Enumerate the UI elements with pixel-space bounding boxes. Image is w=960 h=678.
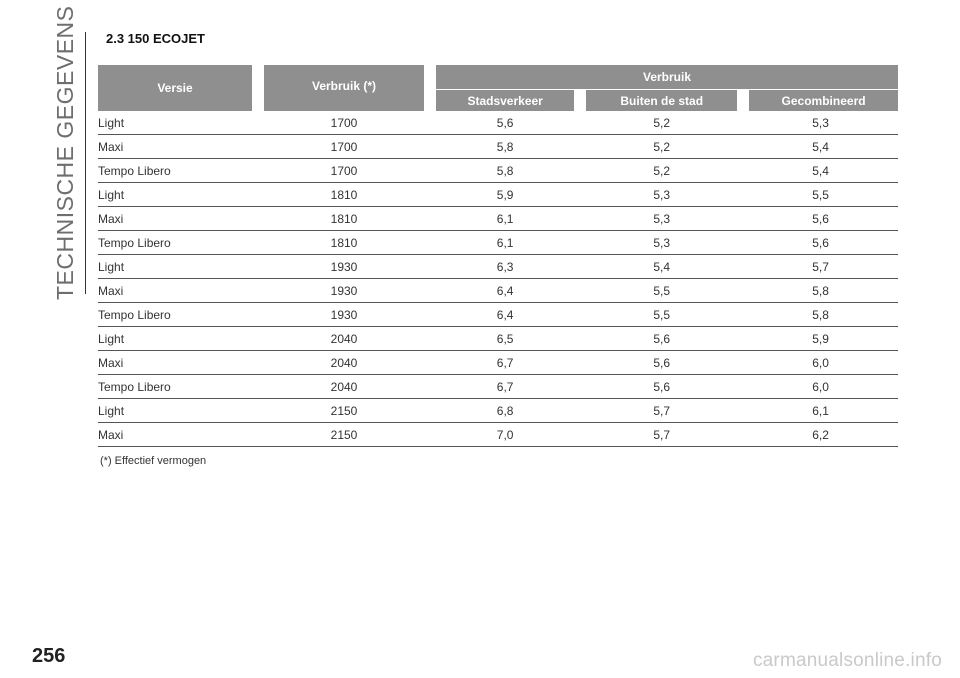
header-versie: Versie (98, 65, 264, 111)
cell-gecombineerd: 5,9 (743, 326, 898, 351)
cell-stadsverkeer: 5,8 (430, 134, 581, 159)
header-gecombineerd: Gecombineerd (743, 89, 898, 111)
header-verbruik-unit: Verbruik (*) (258, 65, 436, 111)
table-row: Light 2040 6,5 5,6 5,9 (98, 326, 898, 351)
header-stadsverkeer: Stadsverkeer (430, 89, 587, 111)
header-verbruik-unit-label: Verbruik (*) (311, 79, 377, 93)
cell-stadsverkeer: 7,0 (430, 422, 581, 447)
cell-stadsverkeer: 5,8 (430, 158, 581, 183)
cell-gewicht: 1810 (258, 230, 430, 255)
cell-stadsverkeer: 6,8 (430, 398, 581, 423)
watermark: carmanualsonline.info (752, 650, 942, 671)
cell-buiten-de-stad: 5,4 (580, 254, 744, 279)
table-row: Light 1700 5,6 5,2 5,3 (98, 111, 898, 135)
cell-stadsverkeer: 6,3 (430, 254, 581, 279)
cell-gecombineerd: 6,0 (743, 374, 898, 399)
cell-versie: Light (98, 254, 258, 279)
cell-versie: Maxi (98, 206, 258, 231)
cell-versie: Tempo Libero (98, 374, 258, 399)
cell-gecombineerd: 5,4 (743, 158, 898, 183)
header-verbruik-group: Verbruik (430, 65, 898, 90)
cell-gewicht: 1930 (258, 302, 430, 327)
cell-buiten-de-stad: 5,7 (580, 422, 744, 447)
table-row: Tempo Libero 1810 6,1 5,3 5,6 (98, 230, 898, 255)
engine-section-title: 2.3 150 ECOJET (106, 31, 205, 46)
cell-buiten-de-stad: 5,7 (580, 398, 744, 423)
table-row: Tempo Libero 1700 5,8 5,2 5,4 (98, 158, 898, 183)
table-row: Maxi 1700 5,8 5,2 5,4 (98, 134, 898, 159)
cell-gewicht: 1700 (258, 158, 430, 183)
table-row: Tempo Libero 2040 6,7 5,6 6,0 (98, 374, 898, 399)
footnote: (*) Effectief vermogen (100, 455, 207, 467)
cell-stadsverkeer: 6,4 (430, 302, 581, 327)
table-row: Maxi 2150 7,0 5,7 6,2 (98, 422, 898, 447)
cell-stadsverkeer: 5,9 (430, 182, 581, 207)
cell-versie: Light (98, 111, 258, 135)
vertical-divider (85, 32, 86, 294)
page-number: 256 (32, 645, 66, 667)
cell-gewicht: 2040 (258, 326, 430, 351)
cell-stadsverkeer: 5,6 (430, 111, 581, 135)
cell-gecombineerd: 5,3 (743, 111, 898, 135)
cell-stadsverkeer: 6,5 (430, 326, 581, 351)
cell-gewicht: 2040 (258, 374, 430, 399)
cell-buiten-de-stad: 5,6 (580, 326, 744, 351)
table-row: Maxi 2040 6,7 5,6 6,0 (98, 350, 898, 375)
cell-gecombineerd: 5,7 (743, 254, 898, 279)
cell-versie: Maxi (98, 350, 258, 375)
cell-gecombineerd: 5,5 (743, 182, 898, 207)
cell-gecombineerd: 5,4 (743, 134, 898, 159)
cell-stadsverkeer: 6,1 (430, 206, 581, 231)
cell-buiten-de-stad: 5,5 (580, 302, 744, 327)
cell-gecombineerd: 5,6 (743, 230, 898, 255)
table-body: Light 1700 5,6 5,2 5,3 Maxi 1700 5,8 5,2 5,4 Tempo… (98, 111, 898, 447)
cell-gewicht: 1810 (258, 206, 430, 231)
cell-stadsverkeer: 6,4 (430, 278, 581, 303)
cell-buiten-de-stad: 5,3 (580, 230, 744, 255)
table-row: Light 1930 6,3 5,4 5,7 (98, 254, 898, 279)
cell-buiten-de-stad: 5,3 (580, 182, 744, 207)
cell-versie: Maxi (98, 422, 258, 447)
table-row: Light 2150 6,8 5,7 6,1 (98, 398, 898, 423)
cell-gewicht: 2150 (258, 422, 430, 447)
table-row: Tempo Libero 1930 6,4 5,5 5,8 (98, 302, 898, 327)
consumption-table: Versie Verbruik (*) Verbruik Stadsverkee… (98, 65, 898, 447)
header-buiten-de-stad: Buiten de stad (580, 89, 750, 111)
cell-buiten-de-stad: 5,6 (580, 374, 744, 399)
cell-gewicht: 1930 (258, 278, 430, 303)
cell-gecombineerd: 5,6 (743, 206, 898, 231)
cell-gewicht: 1700 (258, 111, 430, 135)
cell-versie: Tempo Libero (98, 302, 258, 327)
cell-versie: Light (98, 182, 258, 207)
table-row: Maxi 1930 6,4 5,5 5,8 (98, 278, 898, 303)
cell-versie: Maxi (98, 278, 258, 303)
cell-gewicht: 1930 (258, 254, 430, 279)
cell-buiten-de-stad: 5,2 (580, 111, 744, 135)
cell-versie: Tempo Libero (98, 230, 258, 255)
cell-gewicht: 1810 (258, 182, 430, 207)
cell-buiten-de-stad: 5,5 (580, 278, 744, 303)
cell-buiten-de-stad: 5,2 (580, 134, 744, 159)
section-vertical-title: TECHNISCHE GEGEVENS (52, 5, 78, 301)
cell-gecombineerd: 6,0 (743, 350, 898, 375)
cell-gecombineerd: 6,1 (743, 398, 898, 423)
table-row: Maxi 1810 6,1 5,3 5,6 (98, 206, 898, 231)
cell-gecombineerd: 6,2 (743, 422, 898, 447)
cell-gewicht: 1700 (258, 134, 430, 159)
cell-gewicht: 2040 (258, 350, 430, 375)
cell-gecombineerd: 5,8 (743, 302, 898, 327)
cell-stadsverkeer: 6,1 (430, 230, 581, 255)
table-row: Light 1810 5,9 5,3 5,5 (98, 182, 898, 207)
cell-versie: Tempo Libero (98, 158, 258, 183)
cell-gecombineerd: 5,8 (743, 278, 898, 303)
cell-buiten-de-stad: 5,3 (580, 206, 744, 231)
cell-versie: Light (98, 326, 258, 351)
cell-versie: Maxi (98, 134, 258, 159)
cell-stadsverkeer: 6,7 (430, 374, 581, 399)
cell-gewicht: 2150 (258, 398, 430, 423)
cell-versie: Light (98, 398, 258, 423)
cell-buiten-de-stad: 5,6 (580, 350, 744, 375)
cell-buiten-de-stad: 5,2 (580, 158, 744, 183)
cell-stadsverkeer: 6,7 (430, 350, 581, 375)
